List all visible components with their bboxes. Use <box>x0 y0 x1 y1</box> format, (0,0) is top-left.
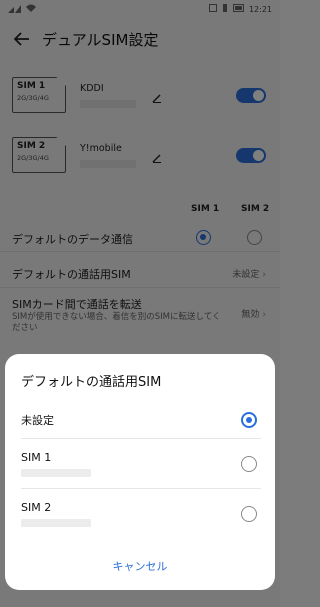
option-label: 未設定 <box>21 414 54 427</box>
cancel-button[interactable]: キャンセル <box>5 558 275 574</box>
option-label: SIM 2 <box>21 501 52 514</box>
default-call-sim-dialog: デフォルトの通話用SIM 未設定 SIM 1 SIM 2 キャンセル <box>5 354 275 590</box>
option-sim2[interactable]: SIM 2 <box>21 501 261 527</box>
option-none[interactable]: 未設定 <box>21 412 261 428</box>
option-none-radio[interactable] <box>241 412 257 428</box>
option-sim1[interactable]: SIM 1 <box>21 451 261 477</box>
option-label: SIM 1 <box>21 451 52 464</box>
sim-number-redacted <box>21 469 91 477</box>
option-sim1-radio[interactable] <box>241 456 257 472</box>
dialog-title: デフォルトの通話用SIM <box>21 375 162 390</box>
sim-number-redacted <box>21 519 91 527</box>
option-sim2-radio[interactable] <box>241 506 257 522</box>
